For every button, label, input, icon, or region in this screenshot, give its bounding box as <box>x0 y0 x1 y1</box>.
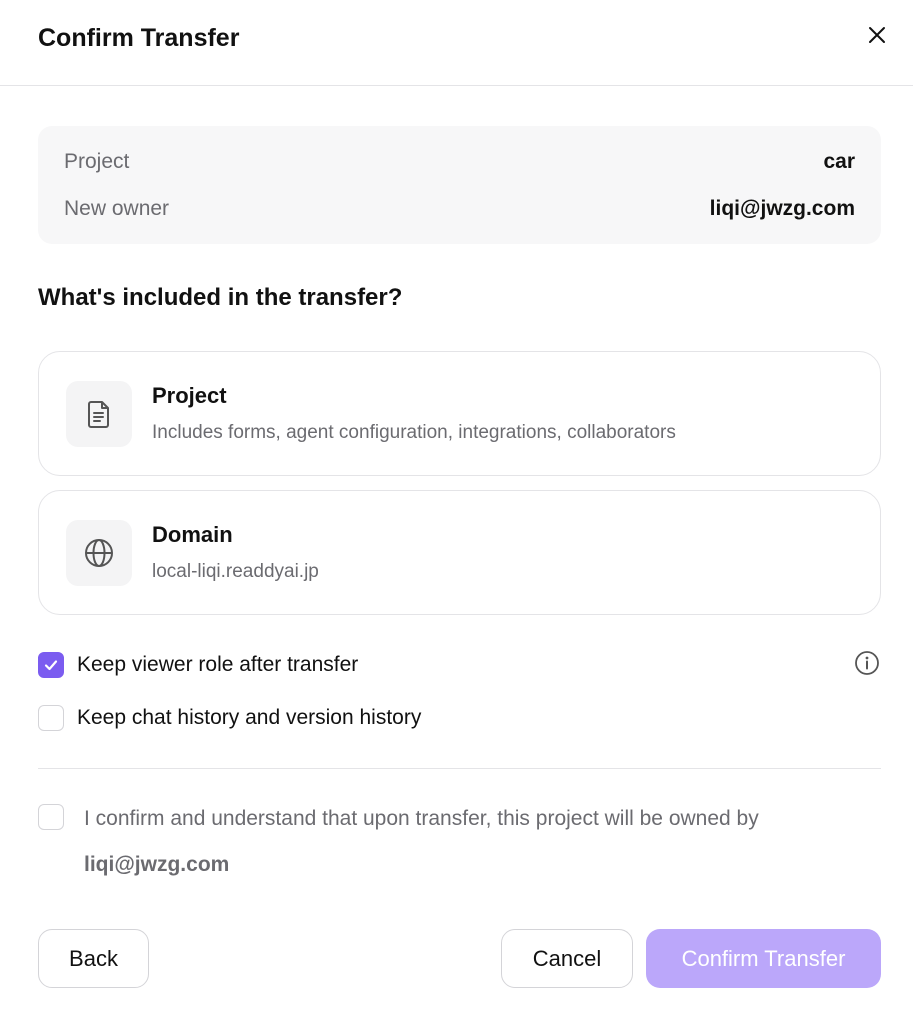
keep-viewer-role-checkbox[interactable] <box>38 652 64 678</box>
summary-project-label: Project <box>64 150 130 173</box>
item-title: Project <box>152 383 227 408</box>
transfer-summary: Project car New owner liqi@jwzg.com <box>38 126 881 244</box>
close-button[interactable] <box>862 20 892 50</box>
confirm-text: I confirm and understand that upon trans… <box>84 796 884 888</box>
keep-viewer-role-label: Keep viewer role after transfer <box>77 653 359 676</box>
item-icon-box <box>66 520 132 586</box>
item-icon-box <box>66 381 132 447</box>
confirm-checkbox[interactable] <box>38 804 64 830</box>
item-description: local-liqi.readdyai.jp <box>152 561 319 582</box>
cancel-button[interactable]: Cancel <box>501 929 633 988</box>
divider <box>38 768 881 769</box>
included-item-project: Project Includes forms, agent configurat… <box>38 351 881 476</box>
included-item-domain: Domain local-liqi.readdyai.jp <box>38 490 881 615</box>
confirm-statement: I confirm and understand that upon trans… <box>84 807 759 830</box>
summary-owner-value: liqi@jwzg.com <box>709 197 855 220</box>
confirm-owner-email: liqi@jwzg.com <box>84 853 230 876</box>
info-icon <box>855 651 879 675</box>
keep-history-label: Keep chat history and version history <box>77 706 422 729</box>
info-button[interactable] <box>854 650 880 676</box>
summary-project-row: Project car <box>64 147 855 177</box>
back-button[interactable]: Back <box>38 929 149 988</box>
confirm-transfer-button[interactable]: Confirm Transfer <box>646 929 881 988</box>
summary-project-value: car <box>823 150 855 173</box>
document-icon <box>88 401 109 428</box>
dialog-title: Confirm Transfer <box>38 24 240 52</box>
keep-history-checkbox[interactable] <box>38 705 64 731</box>
item-description: Includes forms, agent configuration, int… <box>152 422 676 443</box>
check-icon <box>44 660 58 671</box>
included-heading: What's included in the transfer? <box>38 284 403 311</box>
transfer-dialog: Confirm Transfer Project car New owner l… <box>0 0 913 1024</box>
dialog-header: Confirm Transfer <box>0 0 913 86</box>
globe-icon <box>85 539 113 567</box>
option-keep-viewer-role[interactable]: Keep viewer role after transfer <box>38 650 358 680</box>
item-title: Domain <box>152 522 233 547</box>
summary-owner-row: New owner liqi@jwzg.com <box>64 194 855 224</box>
close-icon <box>869 27 885 43</box>
summary-owner-label: New owner <box>64 197 170 220</box>
option-keep-history[interactable]: Keep chat history and version history <box>38 703 421 733</box>
